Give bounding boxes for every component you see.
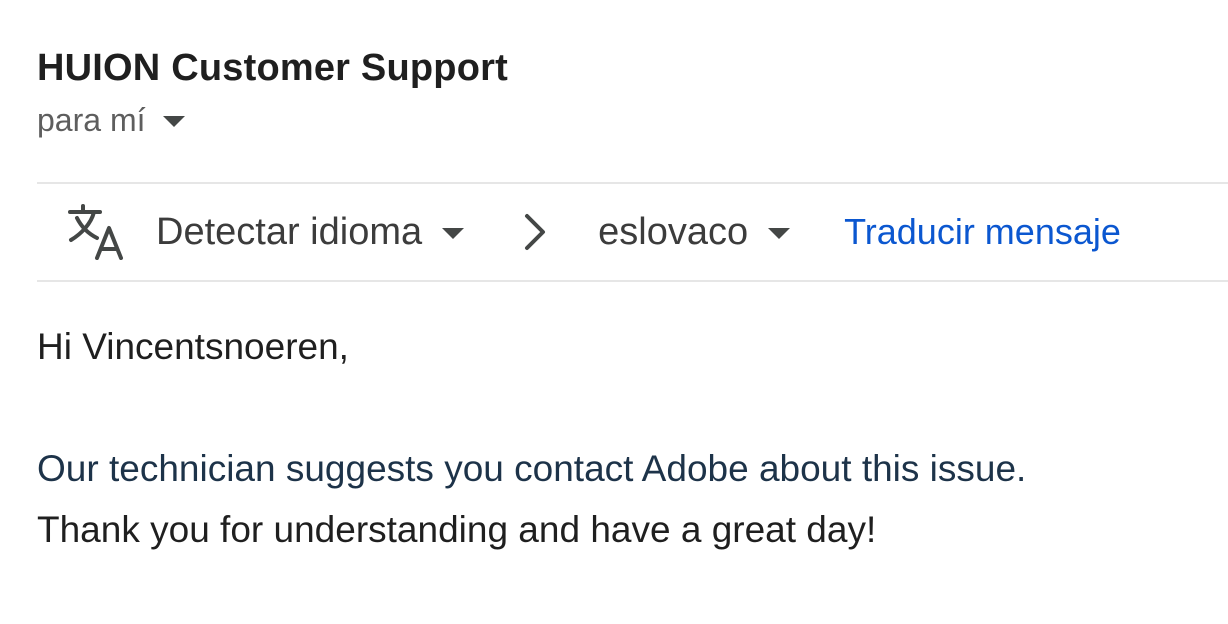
target-language-label: eslovaco (598, 211, 749, 253)
caret-down-icon (442, 227, 465, 239)
message-header: HUION Customer Support para mí (37, 44, 1228, 140)
greeting-line: Hi Vincentsnoeren, (37, 326, 349, 367)
translate-icon (66, 202, 126, 262)
divider (37, 280, 1228, 282)
message-body: Hi Vincentsnoeren, Our technician sugges… (37, 316, 1208, 560)
message-line: Thank you for understanding and have a g… (37, 509, 877, 550)
chevron-right-icon (522, 210, 552, 254)
target-language-select[interactable]: eslovaco (598, 208, 791, 256)
source-language-label: Detectar idioma (156, 211, 423, 253)
caret-down-icon (768, 227, 791, 239)
caret-down-icon (163, 115, 186, 127)
recipient-label: para mí (37, 102, 146, 138)
translate-message-link[interactable]: Traducir mensaje (844, 208, 1121, 256)
translate-bar: Detectar idioma eslovaco Traducir mensaj… (66, 184, 1228, 280)
recipient-details-toggle[interactable]: para mí (37, 100, 186, 140)
message-line: Our technician suggests you contact Adob… (37, 448, 1027, 489)
sender-name[interactable]: HUION Customer Support (37, 44, 1228, 92)
source-language-select[interactable]: Detectar idioma (156, 208, 465, 256)
